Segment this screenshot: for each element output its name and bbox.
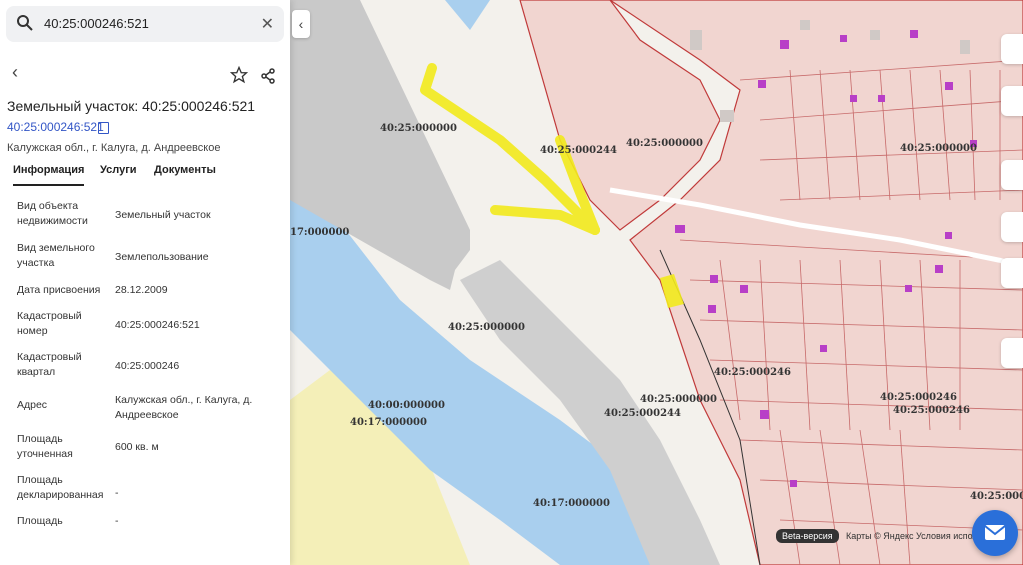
row-value: - xyxy=(115,515,119,527)
row-value: 40:25:000246 xyxy=(115,360,180,372)
tab-services[interactable]: Услуги xyxy=(100,164,137,176)
search-box[interactable]: 40:25:000246:521 ✕ xyxy=(6,6,284,42)
more-icon[interactable] xyxy=(1001,258,1023,288)
panel-title: Земельный участок: 40:25:000246:521 xyxy=(7,98,256,114)
row-label: Дата присвоения xyxy=(17,284,101,296)
map-label: 40:17:000000 xyxy=(533,498,610,509)
row-value: 40:25:000246:521 xyxy=(115,319,200,331)
locate-icon[interactable] xyxy=(1001,338,1023,368)
row-value: - xyxy=(115,487,119,499)
map-copyright[interactable]: Карты © Яндекс Условия исполь xyxy=(846,531,982,541)
cadastral-link[interactable]: 40:25:000246:521 xyxy=(7,120,104,134)
map-label: 40:25:000000 xyxy=(626,138,703,149)
map-label: 40:25:000000 xyxy=(900,143,977,154)
row-label: Площадь xyxy=(17,515,63,527)
share-map-icon[interactable] xyxy=(1001,212,1023,242)
map-label: 40:25:000000 xyxy=(640,394,717,405)
mail-icon[interactable] xyxy=(972,510,1018,556)
back-icon[interactable]: ‹ xyxy=(12,62,18,83)
map-label: 40:25:000000 xyxy=(380,123,457,134)
row-label: Кадастровый номер xyxy=(17,310,82,337)
row-label: Кадастровый квартал xyxy=(17,351,82,378)
row-value: 28.12.2009 xyxy=(115,284,168,296)
map-label: 40:17:000000 xyxy=(350,417,427,428)
beta-badge: Beta-версия xyxy=(776,529,839,543)
address-subtitle: Калужская обл., г. Калуга, д. Андреевско… xyxy=(7,142,221,154)
row-label: Площадь уточненная xyxy=(17,433,73,460)
map-label: 40:25:000244 xyxy=(540,145,617,156)
clear-icon[interactable]: ✕ xyxy=(261,14,274,34)
ruler-icon[interactable] xyxy=(1001,86,1023,116)
tab-info[interactable]: Информация xyxy=(13,164,85,186)
share-icon[interactable] xyxy=(260,68,276,84)
copy-icon[interactable] xyxy=(98,122,109,134)
row-value: 600 кв. м xyxy=(115,441,159,453)
star-icon[interactable] xyxy=(230,66,248,84)
map-label: 40:25:000244 xyxy=(604,408,681,419)
search-input[interactable]: 40:25:000246:521 xyxy=(44,16,149,31)
map-label: 40:25:000000 xyxy=(448,322,525,333)
search-icon xyxy=(17,15,33,31)
row-label: Адрес xyxy=(17,399,48,411)
map-label: 40:25:000000 xyxy=(970,491,1023,502)
row-label: Вид земельного участка xyxy=(17,242,95,269)
row-label: Площадь декларированная xyxy=(17,474,104,501)
map-label: 40:25:000246 xyxy=(714,367,791,378)
info-panel: 40:25:000246:521 ✕ ‹ Земельный участок: … xyxy=(0,0,290,565)
map-label: 17:000000 xyxy=(290,227,349,238)
row-label: Вид объекта недвижимости xyxy=(17,200,88,227)
row-value: Калужская обл., г. Калуга, д. Андреевско… xyxy=(115,394,253,421)
collapse-panel-button[interactable]: ‹ xyxy=(292,10,310,38)
map-label: 40:00:000000 xyxy=(368,400,445,411)
row-value: Землепользование xyxy=(115,251,209,263)
upload-icon[interactable] xyxy=(1001,160,1023,190)
map-label: 40:25:000246 xyxy=(893,405,970,416)
row-value: Земельный участок xyxy=(115,209,211,221)
tab-documents[interactable]: Документы xyxy=(154,164,216,176)
layers-icon[interactable] xyxy=(1001,34,1023,64)
map-label: 40:25:000246 xyxy=(880,392,957,403)
